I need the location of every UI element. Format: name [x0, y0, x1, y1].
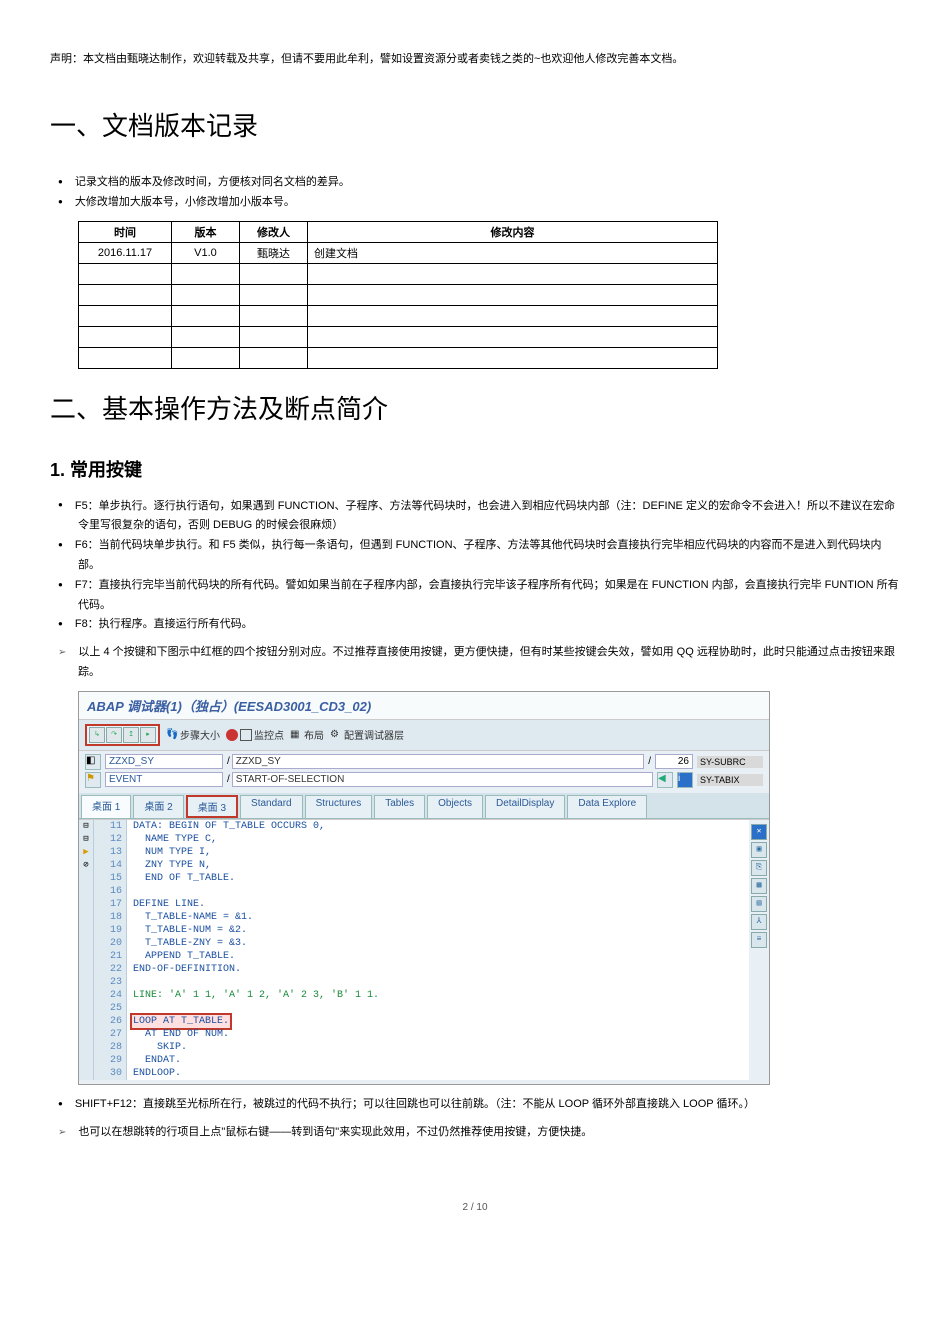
- key-item-f6: F6：当前代码块单步执行。和 F5 类似，执行每一条语句，但遇到 FUNCTIO…: [78, 536, 900, 576]
- slash: /: [227, 774, 230, 785]
- program-icon[interactable]: ◧: [85, 754, 101, 770]
- label: 配置调试器层: [344, 727, 404, 742]
- tab-detaildisplay[interactable]: DetailDisplay: [485, 795, 565, 818]
- side-tool-icon[interactable]: ▣: [751, 842, 767, 858]
- tb-stepsize[interactable]: 👣 步骤大小: [166, 727, 220, 742]
- note-item: 记录文档的版本及修改时间，方便核对同名文档的差异。: [78, 173, 900, 193]
- label: 步骤大小: [180, 727, 220, 742]
- debugger-toolbar: ↳ ↷ ↥ ▸ 👣 步骤大小 监控点 ▦ 布局 ⚙ 配置调试器层: [79, 720, 769, 751]
- table-row: [79, 263, 718, 284]
- tab-standard[interactable]: Standard: [240, 795, 303, 818]
- col-content: 修改内容: [308, 221, 718, 242]
- footsteps-icon: 👣: [166, 729, 178, 741]
- debugger-fields: ◧ ZZXD_SY / ZZXD_SY / 26 SY-SUBRC ⚑ EVEN…: [79, 751, 769, 793]
- key-item-f8: F8：执行程序。直接运行所有代码。: [78, 615, 900, 635]
- cell: 创建文档: [308, 242, 718, 263]
- col-time: 时间: [79, 221, 172, 242]
- table-row: [79, 347, 718, 368]
- key-item-f7: F7：直接执行完毕当前代码块的所有代码。譬如如果当前在子程序内部，会直接执行完毕…: [78, 576, 900, 616]
- tab-desktop1[interactable]: 桌面 1: [81, 795, 131, 818]
- cell: 2016.11.17: [79, 242, 172, 263]
- field-event[interactable]: EVENT: [105, 772, 223, 787]
- arrow-item: 以上 4 个按键和下图示中红框的四个按钮分别对应。不过推荐直接使用按键，更方便快…: [78, 643, 900, 683]
- cell: 甄晓达: [240, 242, 308, 263]
- info-icon[interactable]: i: [677, 772, 693, 788]
- tab-dataexplore[interactable]: Data Explore: [567, 795, 647, 818]
- step-into-icon[interactable]: ↳: [89, 727, 105, 743]
- field-line[interactable]: 26: [655, 754, 693, 769]
- side-tool-icon[interactable]: ✕: [751, 824, 767, 840]
- version-table: 时间 版本 修改人 修改内容 2016.11.17 V1.0 甄晓达 创建文档: [78, 221, 718, 369]
- table-row: [79, 326, 718, 347]
- slash: /: [648, 756, 651, 767]
- side-icon-strip: ✕ ▣ ⎘ ▦ ▤ ⅄ ≡: [749, 820, 769, 1080]
- side-tool-icon[interactable]: ▦: [751, 878, 767, 894]
- side-tool-icon[interactable]: ⎘: [751, 860, 767, 876]
- tab-tables[interactable]: Tables: [374, 795, 425, 818]
- key-note-arrow: 以上 4 个按键和下图示中红框的四个按钮分别对应。不过推荐直接使用按键，更方便快…: [50, 643, 900, 683]
- field-program[interactable]: ZZXD_SY: [105, 754, 223, 769]
- code-body[interactable]: DATA: BEGIN OF T_TABLE OCCURS 0, NAME TY…: [127, 820, 749, 1080]
- layout-icon: ▦: [290, 729, 302, 741]
- heading-common-keys: 1. 常用按键: [50, 456, 900, 482]
- line-gutter: 1112131415161718192021222324252627282930: [94, 820, 127, 1080]
- cell: V1.0: [172, 242, 240, 263]
- step-over-icon[interactable]: ↷: [106, 727, 122, 743]
- debugger-title: ABAP 调试器(1)（独占）(EESAD3001_CD3_02): [79, 692, 769, 720]
- marker-gutter: ⊟⊟▶⊘: [79, 820, 94, 1080]
- abap-debugger-panel: ABAP 调试器(1)（独占）(EESAD3001_CD3_02) ↳ ↷ ↥ …: [78, 691, 770, 1085]
- field-include[interactable]: ZZXD_SY: [232, 754, 644, 769]
- nav-back-icon[interactable]: ◀: [657, 772, 673, 788]
- stop-icon: [226, 729, 238, 741]
- label: 布局: [304, 727, 324, 742]
- tb-layout[interactable]: ▦ 布局: [290, 727, 324, 742]
- step-out-icon[interactable]: ↥: [123, 727, 139, 743]
- tab-objects[interactable]: Objects: [427, 795, 483, 818]
- table-row: [79, 305, 718, 326]
- tab-desktop2[interactable]: 桌面 2: [133, 795, 183, 818]
- col-version: 版本: [172, 221, 240, 242]
- shift-f12-item: SHIFT+F12：直接跳至光标所在行，被跳过的代码不执行；可以往回跳也可以往前…: [78, 1095, 900, 1115]
- tb-config[interactable]: ⚙ 配置调试器层: [330, 727, 404, 742]
- note-item: 大修改增加大版本号，小修改增加小版本号。: [78, 193, 900, 213]
- heading-version-log: 一、文档版本记录: [50, 106, 900, 143]
- tab-desktop3[interactable]: 桌面 3: [186, 795, 238, 818]
- shift-arrow-list: 也可以在想跳转的行项目上点"鼠标右键——转到语句"来实现此效用，不过仍然推荐使用…: [50, 1123, 900, 1143]
- version-notes: 记录文档的版本及修改时间，方便核对同名文档的差异。 大修改增加大版本号，小修改增…: [50, 173, 900, 213]
- page-footer: 2 / 10: [50, 1202, 900, 1213]
- table-row: [79, 284, 718, 305]
- tab-structures[interactable]: Structures: [305, 795, 373, 818]
- shift-bullet-list: SHIFT+F12：直接跳至光标所在行，被跳过的代码不执行；可以往回跳也可以往前…: [50, 1095, 900, 1115]
- heading-basic-ops: 二、基本操作方法及断点简介: [50, 389, 900, 426]
- config-icon: ⚙: [330, 729, 342, 741]
- col-author: 修改人: [240, 221, 308, 242]
- field-event-name[interactable]: START-OF-SELECTION: [232, 772, 653, 787]
- key-item-f5: F5：单步执行。逐行执行语句，如果遇到 FUNCTION、子程序、方法等代码块时…: [78, 497, 900, 537]
- table-row: 2016.11.17 V1.0 甄晓达 创建文档: [79, 242, 718, 263]
- side-tool-icon[interactable]: ≡: [751, 932, 767, 948]
- code-area: ⊟⊟▶⊘ 11121314151617181920212223242526272…: [79, 819, 769, 1080]
- disclaimer: 声明：本文档由甄晓达制作，欢迎转载及共享，但请不要用此牟利，譬如设置资源分或者卖…: [50, 50, 900, 66]
- side-tool-icon[interactable]: ▤: [751, 896, 767, 912]
- shift-arrow-item: 也可以在想跳转的行项目上点"鼠标右键——转到语句"来实现此效用，不过仍然推荐使用…: [78, 1123, 900, 1143]
- field-sy-tabix: SY-TABIX: [697, 774, 763, 786]
- label: 监控点: [254, 727, 284, 742]
- event-icon[interactable]: ⚑: [85, 772, 101, 788]
- tb-watch[interactable]: 监控点: [226, 727, 284, 742]
- key-list: F5：单步执行。逐行执行语句，如果遇到 FUNCTION、子程序、方法等代码块时…: [50, 497, 900, 636]
- checkbox-icon[interactable]: [240, 729, 252, 741]
- field-sy-subrc: SY-SUBRC: [697, 756, 763, 768]
- side-tool-icon[interactable]: ⅄: [751, 914, 767, 930]
- step-buttons-group: ↳ ↷ ↥ ▸: [85, 724, 160, 746]
- continue-icon[interactable]: ▸: [140, 727, 156, 743]
- debugger-tabs: 桌面 1 桌面 2 桌面 3 Standard Structures Table…: [79, 793, 769, 819]
- slash: /: [227, 756, 230, 767]
